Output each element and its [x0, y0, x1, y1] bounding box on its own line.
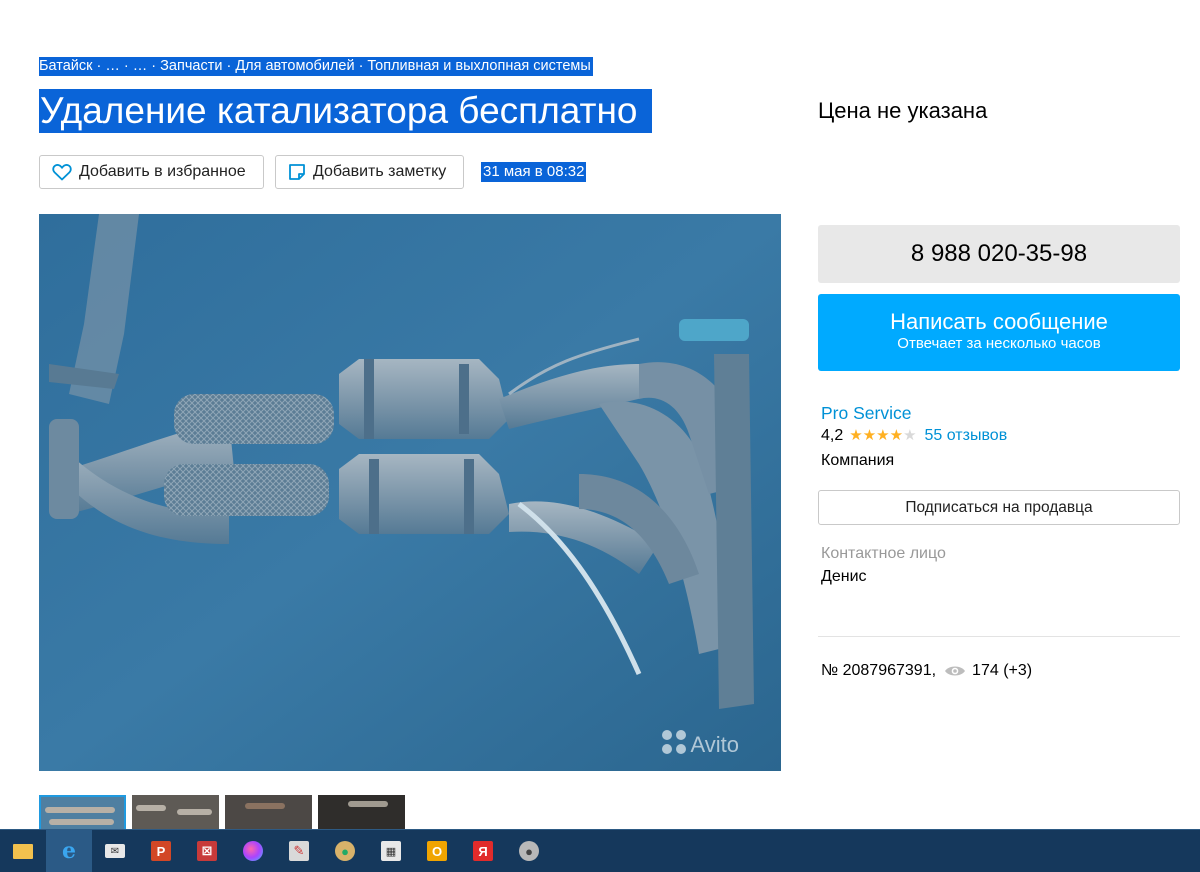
add-to-favorites-label: Добавить в избранное	[79, 163, 246, 180]
heart-icon	[52, 163, 72, 181]
show-phone-button[interactable]: 8 988 020-35-98	[818, 225, 1180, 283]
reviews-link[interactable]: 55 отзывов	[925, 427, 1008, 445]
main-photo[interactable]: Avito	[39, 214, 781, 771]
views-count: 174 (+3)	[972, 662, 1033, 679]
price: Цена не указана	[818, 98, 988, 123]
item-number: № 2087967391,	[821, 662, 937, 679]
subscribe-seller-button[interactable]: Подписаться на продавца	[818, 490, 1180, 525]
yandex-icon[interactable]: Я	[460, 830, 506, 872]
star-empty-icon: ★	[903, 427, 917, 444]
taskbar: e ✉ P ⊠ ✎ ● ▦ O Я ●	[0, 829, 1200, 872]
seller-name-link[interactable]: Pro Service	[821, 403, 911, 424]
response-time-label: Отвечает за несколько часов	[897, 335, 1101, 352]
mail-icon[interactable]: ✉	[92, 830, 138, 872]
chart-app-icon[interactable]: ⊠	[184, 830, 230, 872]
publish-date: 31 мая в 08:32	[481, 162, 587, 182]
contact-person-name: Денис	[821, 568, 867, 585]
add-to-favorites-button[interactable]: Добавить в избранное	[39, 155, 264, 189]
exhaust-manifold-image: Avito	[39, 214, 781, 771]
rating-stars: ★ ★ ★ ★ ★	[849, 428, 916, 444]
seller-type: Компания	[821, 452, 895, 469]
palette-icon[interactable]: ●	[322, 830, 368, 872]
star-icon: ★	[862, 427, 877, 444]
star-icon: ★	[889, 427, 904, 444]
powerpoint-icon[interactable]: P	[138, 830, 184, 872]
internet-explorer-icon[interactable]: e	[46, 830, 92, 872]
scanner-icon[interactable]: ●	[506, 830, 552, 872]
page-title: Удаление катализатора бесплатно	[39, 89, 652, 133]
add-note-label: Добавить заметку	[313, 163, 447, 180]
breadcrumb[interactable]: Батайск · … · … · Запчасти · Для автомоб…	[39, 57, 593, 76]
calculator-icon[interactable]: ▦	[368, 830, 414, 872]
file-explorer-icon[interactable]	[0, 830, 46, 872]
star-icon: ★	[849, 427, 863, 444]
balloon-icon[interactable]	[230, 830, 276, 872]
divider	[818, 636, 1180, 637]
write-message-label: Написать сообщение	[890, 309, 1108, 334]
outlook-icon[interactable]: O	[414, 830, 460, 872]
contact-person-label: Контактное лицо	[821, 545, 946, 562]
write-message-button[interactable]: Написать сообщение Отвечает за несколько…	[818, 294, 1180, 371]
add-note-button[interactable]: Добавить заметку	[275, 155, 464, 189]
note-icon	[288, 163, 306, 181]
star-icon: ★	[876, 427, 890, 444]
seller-rating: 4,2 ★ ★ ★ ★ ★ 55 отзывов	[821, 427, 1007, 445]
avito-watermark: Avito	[690, 732, 739, 757]
paint-icon[interactable]: ✎	[276, 830, 322, 872]
item-meta: № 2087967391, 174 (+3)	[821, 662, 1032, 680]
eye-icon	[944, 664, 966, 678]
rating-value: 4,2	[821, 427, 844, 444]
